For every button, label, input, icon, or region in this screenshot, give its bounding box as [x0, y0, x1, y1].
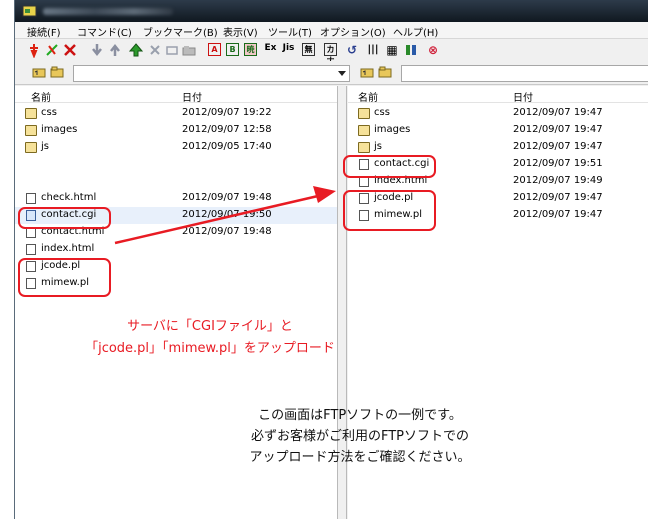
file-date: 2012/09/07 19:50 — [182, 209, 272, 220]
highlight-local-pl-files — [18, 258, 111, 297]
remote-column-header: 名前 日付 — [348, 86, 648, 104]
disclaimer-line1: この画面はFTPソフトの一例です。 — [258, 408, 462, 423]
file-date: 2012/09/07 19:47 — [513, 192, 603, 203]
folder-icon — [358, 108, 370, 119]
delete-icon[interactable] — [148, 42, 162, 58]
disclaimer-line3: アップロード方法をご確認ください。 — [249, 450, 471, 465]
menu-view[interactable]: 表示(V) — [223, 24, 258, 39]
file-name: css — [374, 107, 390, 118]
mirror-upload-icon[interactable] — [129, 42, 143, 58]
auto-mode-icon[interactable]: 暁 — [244, 43, 257, 56]
upload-instruction-note: サーバに「CGIファイル」と 「jcode.pl」「mimew.pl」をアップロ… — [60, 316, 360, 360]
path-bar — [15, 61, 648, 85]
file-date: 2012/09/07 19:22 — [182, 107, 272, 118]
file-name: check.html — [41, 192, 97, 203]
detail-view-icon[interactable]: ▦ — [385, 42, 399, 58]
upload-arrow-icon[interactable] — [108, 42, 122, 58]
file-icon — [26, 193, 36, 204]
folder-icon — [358, 142, 370, 153]
refresh-icon[interactable]: ↺ — [345, 42, 359, 58]
menu-command[interactable]: コマンド(C) — [77, 24, 132, 39]
file-date: 2012/09/07 19:48 — [182, 226, 272, 237]
file-icon — [26, 244, 36, 255]
connect-icon[interactable] — [27, 42, 41, 58]
col-date-header[interactable]: 日付 — [513, 89, 533, 104]
file-date: 2012/09/07 19:47 — [513, 107, 603, 118]
sync-icon[interactable] — [404, 42, 418, 58]
local-column-header: 名前 日付 — [15, 86, 337, 104]
up-folder-left-icon[interactable] — [32, 66, 46, 78]
list-view-icon[interactable]: ||| — [365, 42, 381, 58]
window-title-blurred — [43, 8, 173, 15]
file-name: images — [374, 124, 411, 135]
file-name: images — [41, 124, 78, 135]
ascii-mode-icon[interactable]: A — [208, 43, 221, 56]
file-row[interactable]: images 2012/09/07 12:58 — [15, 122, 337, 139]
open-folder-left-icon[interactable] — [50, 66, 64, 78]
euc-kanji-icon[interactable]: Ex — [264, 43, 277, 56]
file-date: 2012/09/07 19:51 — [513, 158, 603, 169]
menu-bar: 接続(F) コマンド(C) ブックマーク(B) 表示(V) ツール(T) オプシ… — [15, 22, 648, 39]
new-folder-icon[interactable] — [182, 42, 196, 58]
file-name: js — [374, 141, 382, 152]
file-row[interactable]: js 2012/09/05 17:40 — [15, 139, 337, 156]
folder-icon — [25, 125, 37, 136]
menu-tools[interactable]: ツール(T) — [268, 24, 312, 39]
open-folder-right-icon[interactable] — [378, 66, 392, 78]
upload-instruction-line2: 「jcode.pl」「mimew.pl」をアップロード — [85, 341, 335, 356]
folder-icon — [25, 108, 37, 119]
download-arrow-icon[interactable] — [90, 42, 104, 58]
highlight-local-contact-cgi — [18, 207, 111, 229]
title-bar — [15, 0, 648, 22]
rename-icon[interactable] — [165, 42, 179, 58]
highlight-remote-pl-files — [343, 190, 436, 231]
file-date: 2012/09/07 19:49 — [513, 175, 603, 186]
col-date-header[interactable]: 日付 — [182, 89, 202, 104]
jis-kanji-icon[interactable]: Jis — [282, 43, 295, 56]
col-name-header[interactable]: 名前 — [358, 89, 378, 104]
highlight-remote-contact-cgi — [343, 155, 436, 178]
folder-icon — [25, 142, 37, 153]
file-date: 2012/09/07 19:48 — [182, 192, 272, 203]
file-date: 2012/09/07 19:47 — [513, 124, 603, 135]
disconnect-icon[interactable] — [63, 42, 77, 58]
kana-convert-icon[interactable]: カナ — [324, 43, 337, 65]
file-row[interactable]: index.html — [15, 241, 337, 258]
disclaimer-line2: 必ずお客様がご利用のFTPソフトでの — [250, 429, 470, 444]
up-folder-right-icon[interactable] — [360, 66, 374, 78]
binary-mode-icon[interactable]: B — [226, 43, 239, 56]
file-name: css — [41, 107, 57, 118]
quick-connect-icon[interactable] — [45, 42, 59, 58]
folder-icon — [358, 125, 370, 136]
no-convert-icon[interactable]: 無 — [302, 43, 315, 56]
local-path-input[interactable] — [73, 65, 350, 82]
menu-options[interactable]: オプション(O) — [320, 24, 386, 39]
file-name: js — [41, 141, 49, 152]
toolbar: A B 暁 Ex Jis 無 カナ ↺ ||| ▦ ⊗ — [15, 39, 648, 65]
col-name-header[interactable]: 名前 — [31, 89, 51, 104]
stop-icon[interactable]: ⊗ — [426, 42, 440, 58]
remote-path-input[interactable] — [401, 65, 648, 82]
file-date: 2012/09/07 19:47 — [513, 209, 603, 220]
app-icon — [22, 5, 37, 17]
file-date: 2012/09/07 12:58 — [182, 124, 272, 135]
file-name: index.html — [41, 243, 95, 254]
upload-instruction-line1: サーバに「CGIファイル」と — [127, 319, 293, 334]
menu-connect[interactable]: 接続(F) — [27, 24, 61, 39]
disclaimer-note: この画面はFTPソフトの一例です。 必ずお客様がご利用のFTPソフトでの アップ… — [200, 405, 520, 468]
file-row[interactable]: js 2012/09/07 19:47 — [348, 139, 648, 156]
path-dropdown-arrow-icon[interactable] — [338, 71, 346, 77]
file-date: 2012/09/07 19:47 — [513, 141, 603, 152]
file-row[interactable]: check.html 2012/09/07 19:48 — [15, 190, 337, 207]
file-row[interactable]: css 2012/09/07 19:47 — [348, 105, 648, 122]
menu-help[interactable]: ヘルプ(H) — [393, 24, 438, 39]
menu-bookmark[interactable]: ブックマーク(B) — [143, 24, 218, 39]
file-row[interactable]: images 2012/09/07 19:47 — [348, 122, 648, 139]
file-date: 2012/09/05 17:40 — [182, 141, 272, 152]
file-row[interactable]: css 2012/09/07 19:22 — [15, 105, 337, 122]
